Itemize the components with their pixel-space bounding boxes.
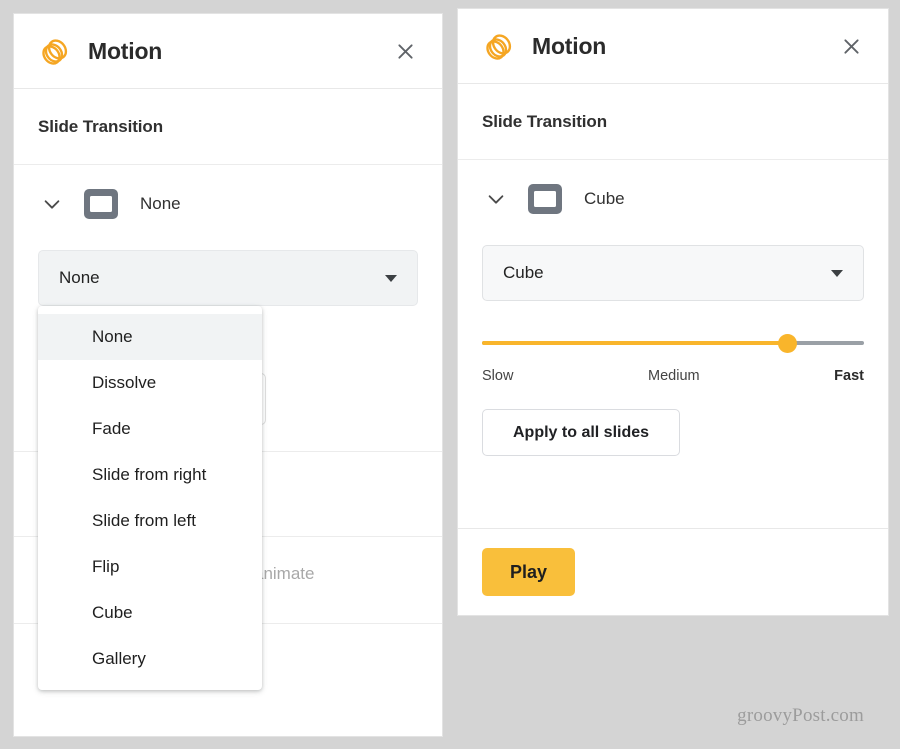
close-icon[interactable] bbox=[390, 36, 420, 66]
transition-select[interactable]: None bbox=[38, 250, 418, 306]
dropdown-option-slide-from-left[interactable]: Slide from left bbox=[38, 498, 262, 544]
screen: Motion Slide Transition None None None D… bbox=[0, 0, 900, 749]
dropdown-option-none[interactable]: None bbox=[38, 314, 262, 360]
close-icon[interactable] bbox=[836, 31, 866, 61]
section-title: Slide Transition bbox=[482, 111, 607, 131]
panel-title: Motion bbox=[532, 32, 607, 59]
slider-label-medium: Medium bbox=[648, 368, 700, 384]
slider-thumb[interactable] bbox=[778, 333, 798, 353]
slider-label-fast: Fast bbox=[834, 368, 864, 384]
dropdown-option-gallery[interactable]: Gallery bbox=[38, 636, 262, 682]
panel-header-left: Motion bbox=[14, 14, 442, 89]
transition-select-wrap-right: Cube bbox=[482, 245, 864, 301]
slide-thumbnail-inner bbox=[534, 191, 556, 207]
transition-summary-row-left: None bbox=[14, 165, 442, 219]
dropdown-option-fade[interactable]: Fade bbox=[38, 406, 262, 452]
section-title: Slide Transition bbox=[38, 116, 163, 136]
caret-down-icon bbox=[385, 274, 397, 282]
transition-speed-slider[interactable] bbox=[482, 332, 864, 354]
watermark: groovyPost.com bbox=[737, 705, 864, 726]
slide-thumbnail-icon bbox=[528, 184, 562, 214]
current-transition-label: None bbox=[140, 194, 181, 213]
motion-panel-left: Motion Slide Transition None None None D… bbox=[13, 13, 443, 737]
slide-thumbnail-inner bbox=[90, 196, 112, 212]
motion-stacked-circles-icon bbox=[38, 34, 72, 68]
transition-select-value: Cube bbox=[503, 263, 544, 282]
slider-label-slow: Slow bbox=[482, 368, 514, 384]
dropdown-option-flip[interactable]: Flip bbox=[38, 544, 262, 590]
transition-select[interactable]: Cube bbox=[482, 245, 864, 301]
slider-track[interactable] bbox=[482, 333, 864, 353]
current-transition-label: Cube bbox=[584, 189, 625, 208]
motion-panel-right: Motion Slide Transition Cube Cube Slow M… bbox=[457, 8, 889, 616]
motion-stacked-circles-icon bbox=[482, 29, 516, 63]
play-button[interactable]: Play bbox=[482, 548, 576, 596]
caret-down-icon bbox=[831, 269, 843, 277]
dropdown-option-dissolve[interactable]: Dissolve bbox=[38, 360, 262, 406]
panel-title: Motion bbox=[88, 37, 163, 64]
transition-dropdown-menu[interactable]: None Dissolve Fade Slide from right Slid… bbox=[38, 306, 262, 690]
transition-select-wrap-left: None None Dissolve Fade Slide from right… bbox=[38, 250, 418, 690]
slider-fill bbox=[482, 341, 788, 345]
object-animation-placeholder: animate bbox=[254, 564, 315, 583]
apply-to-all-slides-button[interactable]: Apply to all slides bbox=[482, 409, 681, 456]
section-slide-transition-left: Slide Transition bbox=[14, 89, 442, 165]
dropdown-option-cube[interactable]: Cube bbox=[38, 590, 262, 636]
slide-thumbnail-icon bbox=[84, 189, 118, 219]
chevron-down-icon[interactable] bbox=[482, 185, 510, 213]
section-slide-transition-right: Slide Transition bbox=[458, 84, 888, 160]
transition-summary-row-right: Cube bbox=[458, 160, 888, 214]
slider-scale-labels: Slow Medium Fast bbox=[482, 368, 864, 384]
transition-select-value: None bbox=[59, 268, 100, 287]
panel-footer: Play bbox=[458, 528, 888, 615]
chevron-down-icon[interactable] bbox=[38, 190, 66, 218]
panel-header-right: Motion bbox=[458, 9, 888, 84]
dropdown-option-slide-from-right[interactable]: Slide from right bbox=[38, 452, 262, 498]
